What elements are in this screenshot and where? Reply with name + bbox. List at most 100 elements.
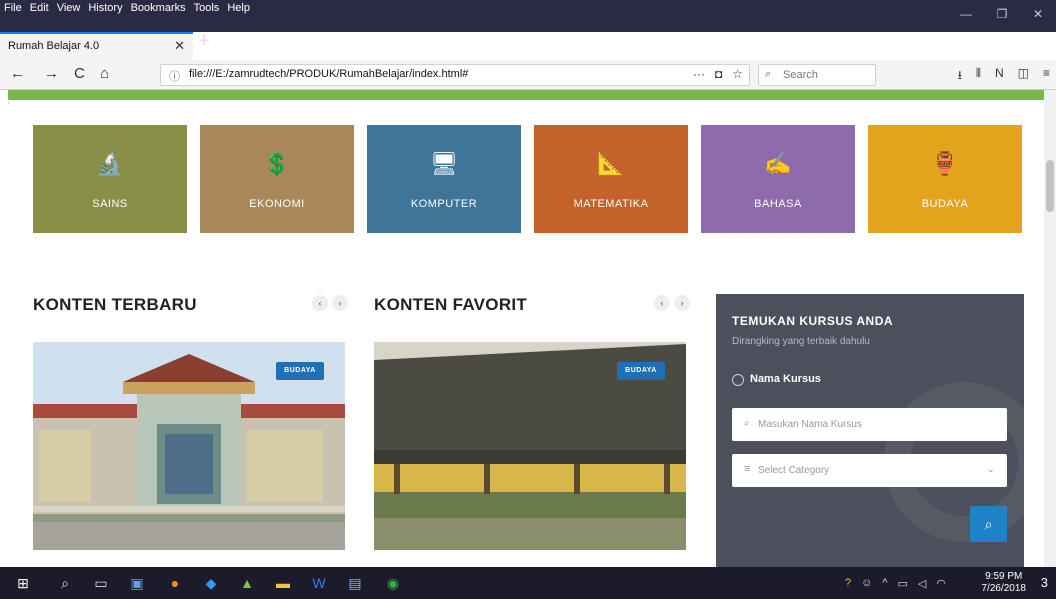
menu-view[interactable]: View bbox=[57, 2, 81, 14]
menu-file[interactable]: File bbox=[4, 2, 22, 14]
notification-icon[interactable]: 3 bbox=[1041, 575, 1048, 590]
next-arrow-icon[interactable]: › bbox=[674, 295, 690, 311]
category-komputer[interactable]: 🖥 KOMPUTER bbox=[367, 125, 521, 233]
close-tab-icon[interactable]: ✕ bbox=[174, 38, 185, 54]
download-icon[interactable]: ⭳ bbox=[958, 66, 962, 87]
header-band bbox=[8, 90, 1048, 112]
bookmark-star-icon[interactable]: ☆ bbox=[732, 67, 743, 81]
menu-tools[interactable]: Tools bbox=[194, 2, 220, 14]
minimize-button[interactable]: — bbox=[948, 2, 984, 26]
category-matematika[interactable]: 📐 MATEMATIKA bbox=[534, 125, 688, 233]
chevron-down-icon: ⌄ bbox=[986, 464, 995, 475]
category-label: SAINS bbox=[92, 198, 128, 210]
list-icon: ≡ bbox=[744, 463, 751, 475]
restore-button[interactable]: ❐ bbox=[984, 2, 1020, 26]
category-label: BUDAYA bbox=[921, 198, 969, 210]
clock-time: 9:59 PM bbox=[985, 571, 1023, 582]
home-icon[interactable]: ⌂ bbox=[100, 65, 109, 82]
category-placeholder: Select Category bbox=[758, 465, 830, 476]
menu-help[interactable]: Help bbox=[227, 2, 250, 14]
taskbar: ⊞ ⌕ ▭ ▣ ● ◆ ▲ ▬ W ▤ ◉ ? ☺ ^ ▭ ◁ ◠ 9:59 P… bbox=[0, 567, 1056, 599]
science-icon: 🔬 bbox=[96, 151, 124, 176]
prev-arrow-icon[interactable]: ‹ bbox=[312, 295, 328, 311]
page-scrollbar[interactable] bbox=[1044, 90, 1056, 567]
url-actions: ··· ◘ ☆ bbox=[693, 67, 743, 81]
image-editor-icon[interactable]: ▲ bbox=[228, 567, 266, 599]
scroll-thumb[interactable] bbox=[1046, 160, 1054, 212]
app-icon[interactable]: ▤ bbox=[336, 567, 374, 599]
latest-content-title: KONTEN TERBARU bbox=[33, 295, 197, 314]
reader-icon[interactable]: N bbox=[995, 66, 1004, 87]
course-finder-subtitle: Dirangking yang terbaik dahulu bbox=[732, 336, 870, 347]
battery-icon[interactable]: ▭ bbox=[898, 577, 908, 590]
close-window-button[interactable]: ✕ bbox=[1020, 2, 1056, 26]
tab-title: Rumah Belajar 4.0 bbox=[8, 40, 100, 52]
word-icon[interactable]: W bbox=[300, 567, 338, 599]
window-controls: — ❐ ✕ bbox=[948, 2, 1056, 26]
menu-bookmarks[interactable]: Bookmarks bbox=[131, 2, 186, 14]
search-bar[interactable]: ⌕ Search bbox=[758, 64, 876, 86]
vscode-icon[interactable]: ◆ bbox=[192, 567, 230, 599]
course-name-input[interactable]: ⌕ Masukan Nama Kursus bbox=[732, 408, 1007, 441]
clock-date: 7/26/2018 bbox=[981, 583, 1027, 594]
tab-rumah-belajar[interactable]: Rumah Belajar 4.0 ✕ bbox=[0, 32, 193, 60]
search-icon: ⌕ bbox=[744, 418, 750, 429]
course-name-radio[interactable] bbox=[732, 374, 744, 386]
forward-icon[interactable]: → bbox=[44, 65, 59, 82]
help-icon[interactable]: ? bbox=[845, 577, 851, 589]
info-icon[interactable]: ⓘ bbox=[169, 68, 180, 84]
wifi-icon[interactable]: ◠ bbox=[936, 577, 946, 590]
pocket-icon[interactable]: ◘ bbox=[715, 67, 722, 81]
language-icon: ✍ bbox=[764, 151, 792, 176]
toolbar-icons: ⭳ ⫴ N ◫ ≡ bbox=[958, 66, 1050, 87]
category-bahasa[interactable]: ✍ BAHASA bbox=[701, 125, 855, 233]
category-label: MATEMATIKA bbox=[573, 198, 649, 210]
url-text[interactable]: file:///E:/zamrudtech/PRODUK/RumahBelaja… bbox=[189, 68, 468, 80]
network-app-icon[interactable]: ▣ bbox=[118, 567, 156, 599]
menu-history[interactable]: History bbox=[88, 2, 122, 14]
menu-edit[interactable]: Edit bbox=[30, 2, 49, 14]
chrome-icon[interactable]: ◉ bbox=[374, 567, 412, 599]
search-icon: ⌕ bbox=[765, 68, 772, 80]
firefox-icon[interactable]: ● bbox=[156, 567, 194, 599]
library-icon[interactable]: ⫴ bbox=[976, 66, 981, 87]
task-view-icon[interactable]: ▭ bbox=[82, 567, 120, 599]
favorite-carousel-controls: ‹ › bbox=[654, 295, 690, 311]
clock[interactable]: 9:59 PM 7/26/2018 bbox=[982, 571, 1027, 595]
windows-start-icon[interactable]: ⊞ bbox=[4, 567, 42, 599]
favorite-content-card[interactable]: BUDAYA bbox=[374, 342, 686, 550]
category-sains[interactable]: 🔬 SAINS bbox=[33, 125, 187, 233]
file-explorer-icon[interactable]: ▬ bbox=[264, 567, 302, 599]
geometry-icon: 📐 bbox=[597, 151, 625, 176]
volume-icon[interactable]: ◁ bbox=[918, 577, 926, 590]
menu-icon[interactable]: ≡ bbox=[1043, 66, 1050, 87]
title-bar: File Edit View History Bookmarks Tools H… bbox=[0, 0, 1056, 32]
money-hand-icon: 💲 bbox=[263, 151, 291, 176]
search-button[interactable]: ⌕ bbox=[970, 506, 1007, 542]
navigation-bar: ← → C ⌂ ⓘ file:///E:/zamrudtech/PRODUK/R… bbox=[0, 60, 1056, 90]
menu-bar: File Edit View History Bookmarks Tools H… bbox=[4, 2, 250, 14]
chevron-up-icon[interactable]: ^ bbox=[882, 577, 887, 589]
sidebar-icon[interactable]: ◫ bbox=[1018, 66, 1029, 87]
url-bar[interactable]: ⓘ file:///E:/zamrudtech/PRODUK/RumahBela… bbox=[160, 64, 750, 86]
category-badge: BUDAYA bbox=[617, 362, 665, 380]
page-content: 🔬 SAINS 💲 EKONOMI 🖥 KOMPUTER 📐 MATEMATIK… bbox=[0, 90, 1056, 567]
course-name-placeholder: Masukan Nama Kursus bbox=[758, 419, 862, 430]
next-arrow-icon[interactable]: › bbox=[332, 295, 348, 311]
course-name-radio-label[interactable]: Nama Kursus bbox=[750, 373, 821, 385]
new-tab-icon[interactable]: + bbox=[198, 30, 210, 53]
people-icon[interactable]: ☺ bbox=[861, 577, 872, 589]
latest-content-card[interactable]: BUDAYA bbox=[33, 342, 345, 550]
computer-icon: 🖥 bbox=[430, 151, 458, 176]
page-actions-icon[interactable]: ··· bbox=[693, 67, 705, 81]
prev-arrow-icon[interactable]: ‹ bbox=[654, 295, 670, 311]
back-icon[interactable]: ← bbox=[10, 65, 25, 82]
favorite-content-title: KONTEN FAVORIT bbox=[374, 295, 528, 314]
category-select[interactable]: ≡ Select Category ⌄ bbox=[732, 454, 1007, 487]
category-ekonomi[interactable]: 💲 EKONOMI bbox=[200, 125, 354, 233]
search-icon: ⌕ bbox=[984, 516, 993, 532]
course-finder-title: TEMUKAN KURSUS ANDA bbox=[732, 314, 894, 328]
reload-icon[interactable]: C bbox=[74, 65, 85, 82]
category-budaya[interactable]: 🏺 BUDAYA bbox=[868, 125, 1022, 233]
search-icon[interactable]: ⌕ bbox=[46, 567, 84, 599]
